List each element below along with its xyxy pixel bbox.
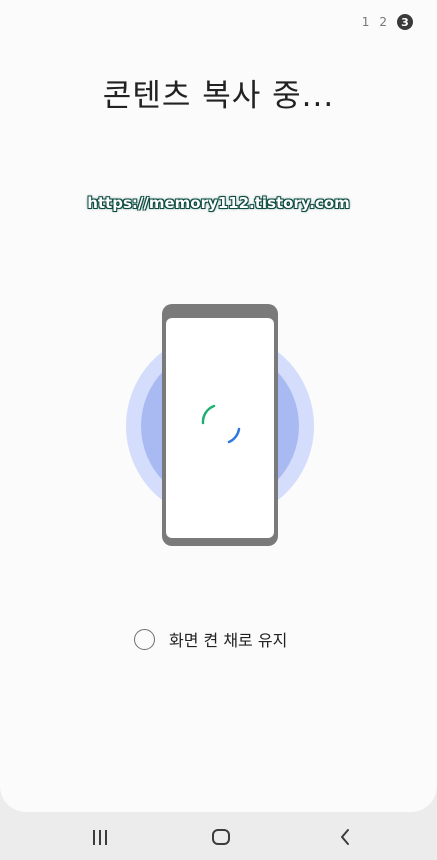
keep-screen-on-option[interactable]: 화면 켠 채로 유지 bbox=[134, 627, 287, 651]
keep-screen-on-radio[interactable] bbox=[134, 628, 155, 650]
keep-screen-on-label: 화면 켠 채로 유지 bbox=[169, 631, 288, 650]
copy-progress-illustration bbox=[126, 304, 314, 546]
back-icon[interactable] bbox=[333, 826, 359, 848]
watermark-text: https://memory112.tistory.com bbox=[87, 194, 350, 212]
phone-screen bbox=[166, 318, 274, 538]
step-3-active: 3 bbox=[397, 14, 413, 30]
recent-apps-icon[interactable] bbox=[87, 826, 113, 848]
page-title: 콘텐츠 복사 중... bbox=[102, 78, 335, 114]
home-icon[interactable] bbox=[208, 826, 234, 848]
navigation-bar bbox=[0, 812, 437, 860]
step-2: 2 bbox=[379, 15, 387, 29]
step-indicator: 1 2 3 bbox=[362, 14, 413, 30]
step-1: 1 bbox=[361, 15, 370, 29]
app-screen: 1 2 3 콘텐츠 복사 중... https://memory112.tist… bbox=[0, 0, 437, 812]
